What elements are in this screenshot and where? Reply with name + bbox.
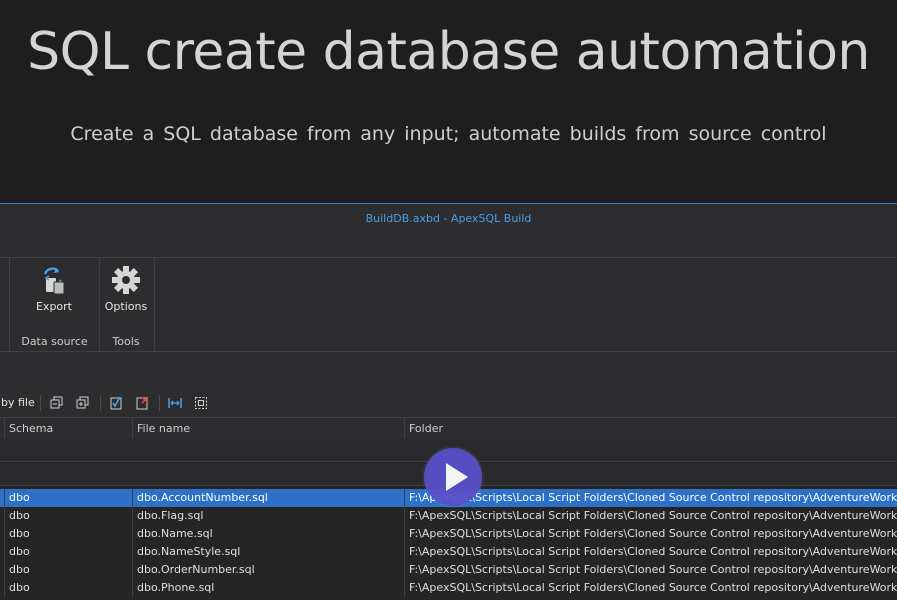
scripts-grid: Schema File name Folder dbo dbo.AccountN… (0, 417, 897, 600)
expand-all-icon[interactable] (76, 396, 90, 410)
folder-cell: F:\ApexSQL\Scripts\Local Script Folders\… (404, 561, 897, 579)
file-name-cell: dbo.OrderNumber.sql (132, 561, 404, 579)
file-name-cell: dbo.Phone.sql (132, 579, 404, 597)
grid-header: Schema File name Folder (0, 417, 897, 440)
column-header-schema[interactable]: Schema (4, 418, 132, 439)
play-icon[interactable] (424, 448, 482, 506)
schema-cell: dbo (4, 543, 132, 561)
hero-banner: SQL create database automation Create a … (0, 0, 897, 203)
collapse-all-icon[interactable] (50, 396, 64, 410)
table-row[interactable]: dbo dbo.Name.sql F:\ApexSQL\Scripts\Loca… (0, 525, 897, 543)
options-button[interactable]: Options (100, 264, 152, 313)
table-row[interactable]: dbo dbo.NameStyle.sql F:\ApexSQL\Scripts… (0, 543, 897, 561)
hero-title: SQL create database automation (27, 22, 870, 82)
schema-cell: dbo (4, 507, 132, 525)
file-name-cell: dbo.NameStyle.sql (132, 543, 404, 561)
file-name-cell: dbo.AccountNumber.sql (132, 489, 404, 507)
schema-cell: dbo (4, 525, 132, 543)
fit-columns-icon[interactable] (168, 396, 182, 410)
column-header-file-name[interactable]: File name (132, 418, 404, 439)
folder-cell: F:\ApexSQL\Scripts\Local Script Folders\… (404, 543, 897, 561)
export-button[interactable]: Export (24, 264, 84, 313)
file-name-cell: dbo.Name.sql (132, 525, 404, 543)
folder-cell: F:\ApexSQL\Scripts\Local Script Folders\… (404, 525, 897, 543)
file-name-cell: dbo.Flag.sql (132, 507, 404, 525)
select-all-icon[interactable] (194, 396, 208, 410)
folder-cell: F:\ApexSQL\Scripts\Local Script Folders\… (404, 579, 897, 597)
column-header-folder[interactable]: Folder (404, 418, 897, 439)
ribbon-group-tools: Options Tools (98, 258, 155, 351)
table-row[interactable]: dbo dbo.Flag.sql F:\ApexSQL\Scripts\Loca… (0, 507, 897, 525)
ribbon-group-label-tools: Tools (112, 335, 140, 348)
gear-icon (112, 266, 140, 294)
toolbar-separator (100, 395, 101, 411)
ribbon: Export Data source Options Tools (0, 257, 897, 352)
toolbar-separator (40, 395, 41, 411)
schema-cell: dbo (4, 561, 132, 579)
options-label: Options (104, 300, 148, 313)
check-all-icon[interactable] (109, 396, 123, 410)
schema-cell: dbo (4, 579, 132, 597)
hero-subtitle: Create a SQL database from any input; au… (70, 123, 827, 145)
export-icon (43, 267, 65, 295)
schema-cell: dbo (4, 489, 132, 507)
uncheck-all-icon[interactable] (135, 396, 149, 410)
group-by-file-label[interactable]: by file (1, 396, 35, 409)
ribbon-group-data-source: Export Data source (9, 258, 100, 351)
grid-toolbar: by file (0, 389, 897, 417)
table-row[interactable]: dbo dbo.OrderNumber.sql F:\ApexSQL\Scrip… (0, 561, 897, 579)
window-title: BuildDB.axbd - ApexSQL Build (365, 212, 532, 225)
ribbon-group-label-data-source: Data source (21, 335, 88, 348)
toolbar-separator (159, 395, 160, 411)
app-window: BuildDB.axbd - ApexSQL Build Export Data… (0, 203, 897, 600)
table-row[interactable]: dbo dbo.Phone.sql F:\ApexSQL\Scripts\Loc… (0, 579, 897, 597)
folder-cell: F:\ApexSQL\Scripts\Local Script Folders\… (404, 507, 897, 525)
export-label: Export (35, 300, 72, 313)
